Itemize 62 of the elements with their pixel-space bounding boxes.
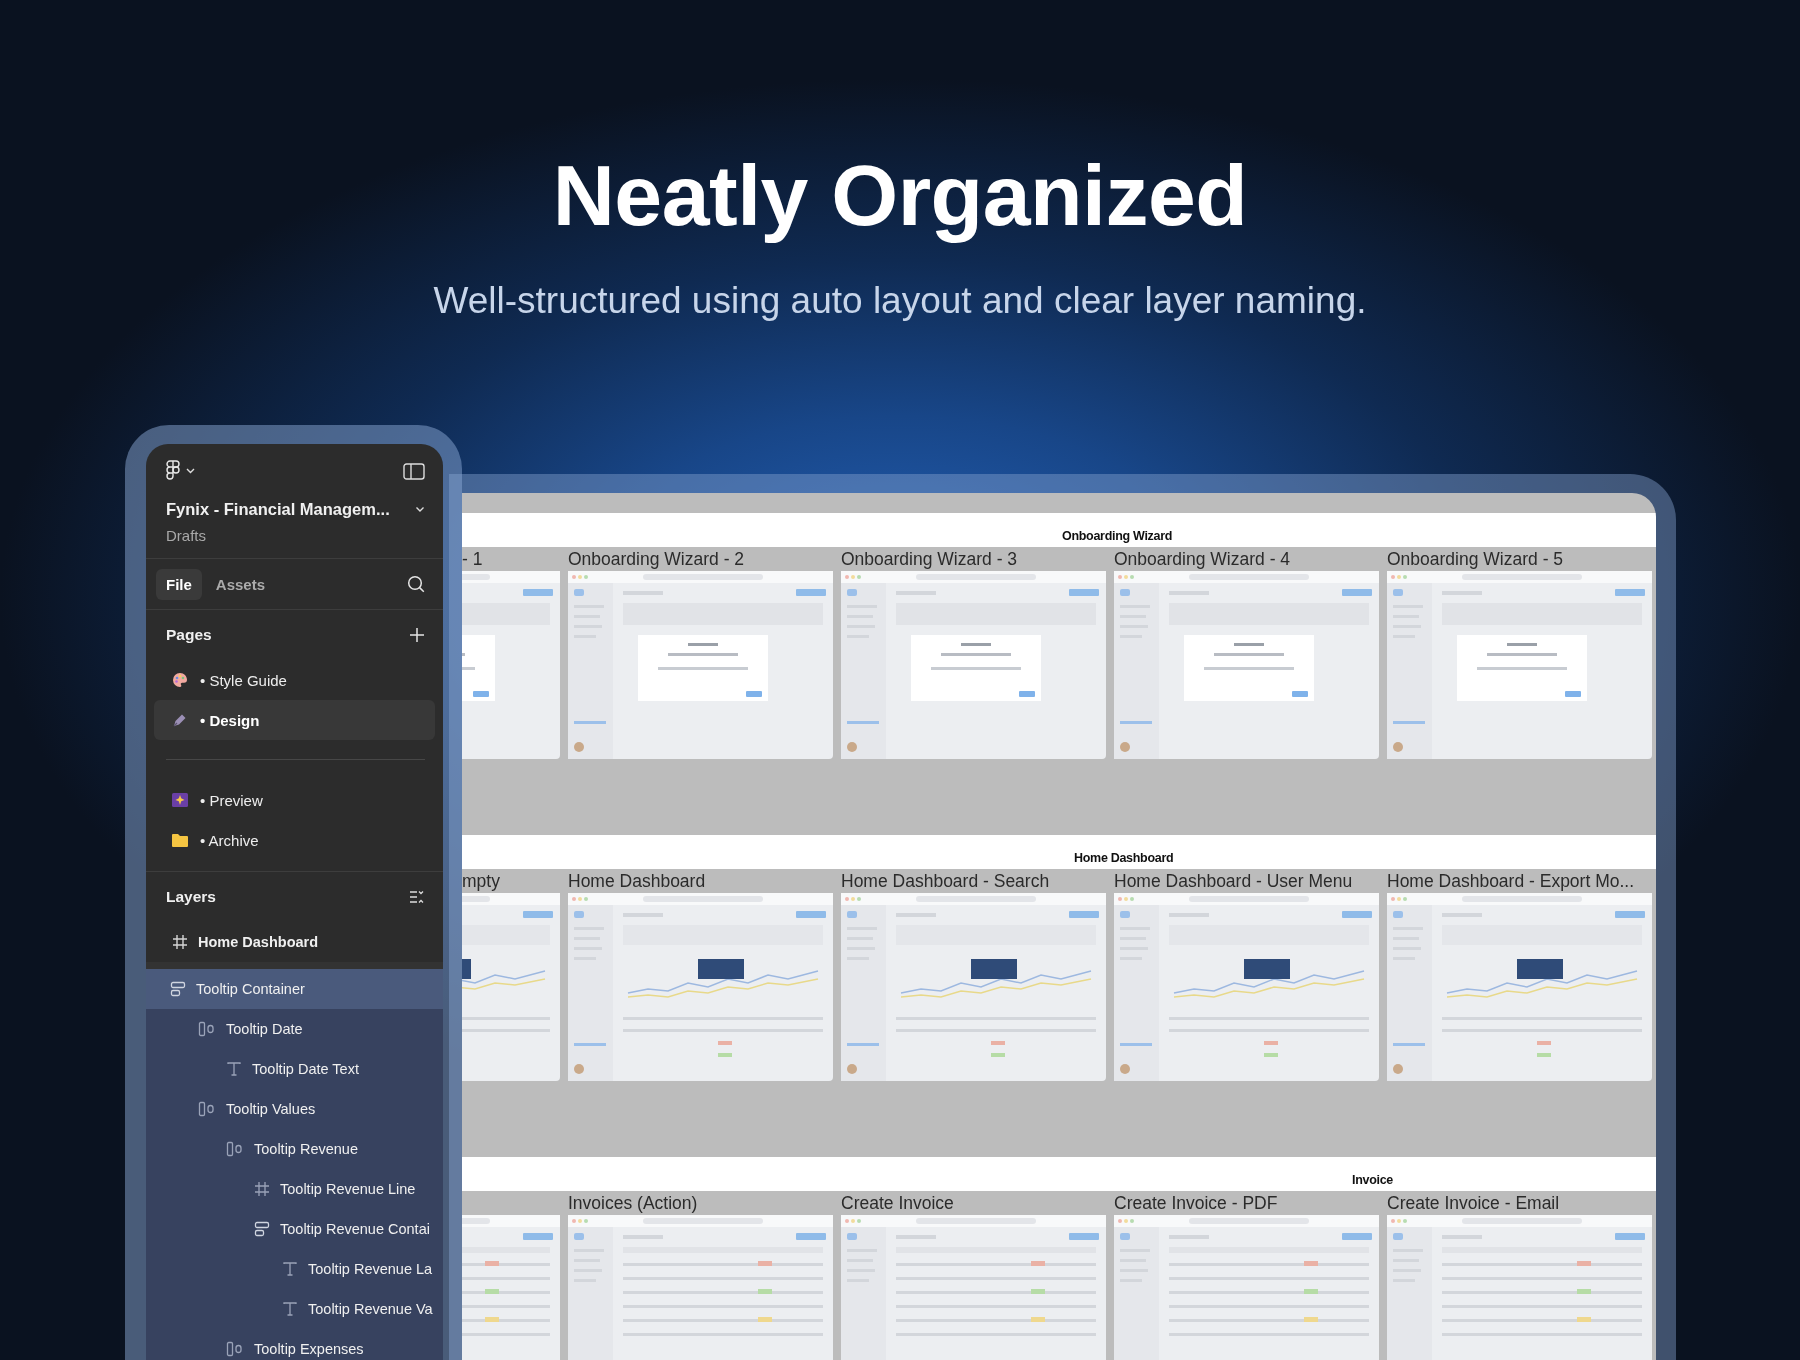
horizontal-stack-icon (226, 1341, 244, 1357)
page-item[interactable]: • Style Guide (154, 660, 435, 700)
frame-title: Onboarding Wizard - 2 (568, 548, 745, 570)
frame-title: Home Dashboard - Search (841, 870, 1050, 892)
headline: Neatly Organized (551, 146, 1249, 245)
page-item[interactable]: • Design (154, 700, 435, 740)
search-icon[interactable] (407, 575, 425, 593)
layer-item[interactable]: Tooltip Revenue (146, 1129, 443, 1169)
main-menu-button[interactable] (166, 460, 195, 482)
page-item[interactable]: • Archive (154, 820, 435, 860)
file-location: Drafts (166, 527, 207, 544)
frame-title: Invoices (Action) (568, 1192, 698, 1214)
frame-title: Create Invoice - Email (1387, 1192, 1560, 1214)
text-layer-icon (226, 1061, 242, 1077)
layer-item[interactable]: Tooltip Values (146, 1089, 443, 1129)
frame-title: Onboarding Wizard - 3 (841, 548, 1018, 570)
layer-item[interactable]: Tooltip Date (146, 1009, 443, 1049)
vertical-stack-icon (170, 981, 186, 997)
pages-heading: Pages (166, 626, 212, 644)
vertical-stack-icon (254, 1221, 270, 1237)
frame-title: - 1 (462, 548, 483, 570)
layer-item[interactable]: Tooltip Expenses (146, 1329, 443, 1360)
frame-icon (254, 1181, 270, 1197)
frame-title: Create Invoice - PDF (1114, 1192, 1278, 1214)
section-title: Invoice (1352, 1173, 1393, 1188)
palette-icon (172, 672, 188, 688)
sidebar-toggle-icon[interactable] (403, 462, 425, 480)
panel-tab[interactable]: Assets (205, 568, 276, 600)
frame-title: mpty (462, 870, 500, 892)
layer-item[interactable]: Tooltip Date Text (146, 1049, 443, 1089)
horizontal-stack-icon (198, 1101, 216, 1117)
panel-tab[interactable]: File (156, 568, 202, 600)
layers-heading: Layers (166, 888, 216, 906)
section-title: Home Dashboard (1074, 851, 1174, 866)
layer-item[interactable]: Tooltip Revenue Line (146, 1169, 443, 1209)
layer-item[interactable]: Tooltip Container (146, 969, 443, 1009)
subheadline: Well-structured using auto layout and clear layer naming. (432, 282, 1368, 320)
layer-item[interactable]: Tooltip Revenue Contai (146, 1209, 443, 1249)
layer-item[interactable]: Tooltip Revenue La (146, 1249, 443, 1289)
horizontal-stack-icon (198, 1021, 216, 1037)
sparkle-icon (172, 792, 188, 808)
chevron-down-icon (186, 468, 195, 474)
frame-title: Create Invoice (841, 1192, 954, 1214)
frame-title: Home Dashboard - Export Mo... (1387, 870, 1635, 892)
horizontal-stack-icon (226, 1141, 244, 1157)
logo-icon (166, 460, 180, 482)
frame-title: Onboarding Wizard - 4 (1114, 548, 1291, 570)
text-layer-icon (282, 1301, 298, 1317)
frame-icon (172, 934, 188, 950)
text-layer-icon (282, 1261, 298, 1277)
page-item[interactable]: • Preview (154, 780, 435, 820)
frame-title: Home Dashboard (568, 870, 706, 892)
folder-icon (172, 833, 188, 847)
frame-title: Home Dashboard - User Menu (1114, 870, 1353, 892)
file-name: Fynix - Financial Managem... (166, 500, 390, 519)
section-title: Onboarding Wizard (1062, 529, 1173, 544)
collapse-layers-icon[interactable] (409, 890, 425, 904)
pen-icon (172, 712, 188, 728)
layer-item[interactable]: Tooltip Revenue Va (146, 1289, 443, 1329)
add-page-icon[interactable] (409, 627, 425, 643)
frame-title: Onboarding Wizard - 5 (1387, 548, 1564, 570)
chevron-down-icon[interactable] (415, 506, 425, 513)
